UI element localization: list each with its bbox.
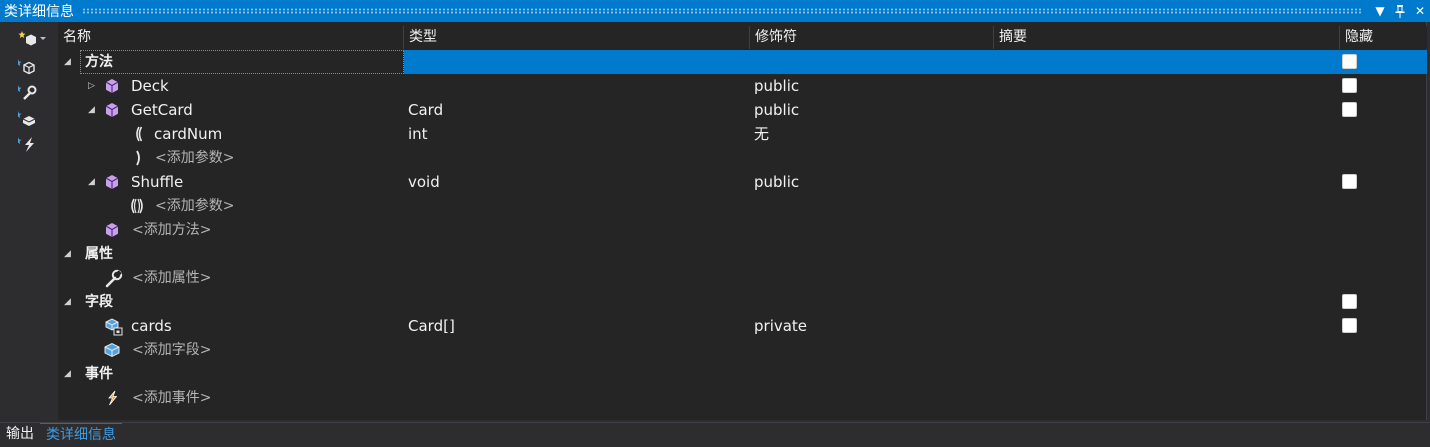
member-name[interactable]: GetCard: [131, 98, 193, 122]
field-icon: [104, 342, 120, 358]
selection-highlight: [404, 50, 1427, 74]
add-event-placeholder[interactable]: <添加事件>: [132, 386, 211, 410]
group-row-fields[interactable]: ◢ 字段: [58, 290, 1427, 314]
add-property-placeholder[interactable]: <添加属性>: [132, 266, 211, 290]
hide-checkbox[interactable]: [1342, 318, 1357, 333]
group-row-methods[interactable]: ◢ 方法: [58, 50, 1427, 74]
collapse-arrow-icon[interactable]: ◢: [88, 170, 95, 194]
add-property-row[interactable]: <添加属性>: [58, 266, 1427, 290]
add-method-row[interactable]: <添加方法>: [58, 218, 1427, 242]
member-row-cards[interactable]: cards Card[] private: [58, 314, 1427, 338]
event-icon: [104, 390, 120, 406]
new-event-icon[interactable]: [16, 134, 38, 154]
group-row-events[interactable]: ◢ 事件: [58, 362, 1427, 386]
add-parameter-placeholder[interactable]: <添加参数>: [155, 146, 234, 170]
add-parameter-row[interactable]: <添加参数>: [58, 146, 1427, 170]
group-label: 事件: [85, 366, 113, 382]
collapse-arrow-icon[interactable]: ◢: [64, 242, 71, 266]
member-type[interactable]: Card: [408, 98, 443, 122]
column-header-summary[interactable]: 摘要: [994, 26, 1340, 49]
tab-class-details[interactable]: 类详细信息: [40, 423, 122, 446]
parameter-type[interactable]: int: [408, 122, 428, 146]
member-name[interactable]: cards: [131, 314, 172, 338]
window-menu-dropdown-icon[interactable]: ▼: [1370, 0, 1390, 22]
group-label: 字段: [85, 294, 113, 310]
member-name[interactable]: Shuffle: [131, 170, 183, 194]
add-parameter-placeholder[interactable]: <添加参数>: [155, 194, 234, 218]
member-toolbar: [0, 22, 58, 420]
collapse-arrow-icon[interactable]: ◢: [64, 50, 71, 74]
method-icon: [104, 102, 120, 118]
group-label: 属性: [85, 246, 113, 262]
column-header-modifier[interactable]: 修饰符: [750, 26, 994, 49]
tab-output[interactable]: 输出: [0, 423, 40, 446]
pin-icon[interactable]: [1390, 0, 1410, 22]
collapse-arrow-icon[interactable]: ◢: [88, 98, 95, 122]
new-method-icon[interactable]: [16, 56, 38, 76]
hide-checkbox[interactable]: [1342, 54, 1357, 69]
member-modifier[interactable]: private: [754, 314, 807, 338]
parameter-close-paren-icon: [132, 150, 148, 166]
collapse-arrow-icon[interactable]: ◢: [64, 362, 71, 386]
add-field-row[interactable]: <添加字段>: [58, 338, 1427, 362]
drag-grip[interactable]: [82, 8, 1362, 14]
column-header-hide[interactable]: 隐藏: [1340, 26, 1427, 49]
group-label: 方法: [85, 54, 113, 70]
hide-checkbox[interactable]: [1342, 174, 1357, 189]
column-header-name[interactable]: 名称: [58, 26, 404, 49]
parameter-modifier[interactable]: 无: [754, 122, 769, 146]
close-icon[interactable]: ✕: [1410, 0, 1430, 22]
hide-checkbox[interactable]: [1342, 294, 1357, 309]
method-icon: [104, 174, 120, 190]
parameter-open-paren-icon: [132, 126, 148, 142]
member-type[interactable]: Card[]: [408, 314, 455, 338]
empty-parens-icon: [128, 198, 144, 214]
method-icon: [104, 78, 120, 94]
window-title: 类详细信息: [4, 4, 74, 20]
new-member-icon[interactable]: [16, 28, 46, 48]
focus-rect: [80, 50, 404, 74]
method-icon: [104, 222, 120, 238]
member-name[interactable]: Deck: [131, 74, 169, 98]
member-row-getcard[interactable]: ◢ GetCard Card public: [58, 98, 1427, 122]
member-row-deck[interactable]: ▷ Deck public: [58, 74, 1427, 98]
bottom-tab-strip: 输出 类详细信息: [0, 422, 1430, 446]
member-type[interactable]: void: [408, 170, 440, 194]
column-header-type[interactable]: 类型: [404, 26, 750, 49]
hide-checkbox[interactable]: [1342, 78, 1357, 93]
member-modifier[interactable]: public: [754, 74, 799, 98]
add-parameter-row[interactable]: <添加参数>: [58, 194, 1427, 218]
member-row-shuffle[interactable]: ◢ Shuffle void public: [58, 170, 1427, 194]
parameter-row-cardnum[interactable]: cardNum int 无: [58, 122, 1427, 146]
expand-arrow-icon[interactable]: ▷: [88, 74, 95, 98]
window-title-bar: 类详细信息 ▼ ✕: [0, 0, 1430, 22]
group-row-properties[interactable]: ◢ 属性: [58, 242, 1427, 266]
hide-checkbox[interactable]: [1342, 102, 1357, 117]
new-field-icon[interactable]: [16, 108, 38, 128]
member-modifier[interactable]: public: [754, 170, 799, 194]
parameter-name[interactable]: cardNum: [154, 122, 222, 146]
class-details-grid: 名称 类型 修饰符 摘要 隐藏 ◢ 方法 ▷ Deck public ◢ Get…: [58, 22, 1427, 420]
member-rows: ◢ 方法 ▷ Deck public ◢ GetCard Card public: [58, 50, 1427, 410]
collapse-arrow-icon[interactable]: ◢: [64, 290, 71, 314]
property-wrench-icon: [104, 268, 124, 288]
add-method-placeholder[interactable]: <添加方法>: [132, 218, 211, 242]
add-field-placeholder[interactable]: <添加字段>: [132, 338, 211, 362]
private-field-icon: [104, 316, 124, 336]
grid-header: 名称 类型 修饰符 摘要 隐藏: [58, 26, 1427, 49]
new-property-icon[interactable]: [16, 82, 38, 102]
member-modifier[interactable]: public: [754, 98, 799, 122]
add-event-row[interactable]: <添加事件>: [58, 386, 1427, 410]
